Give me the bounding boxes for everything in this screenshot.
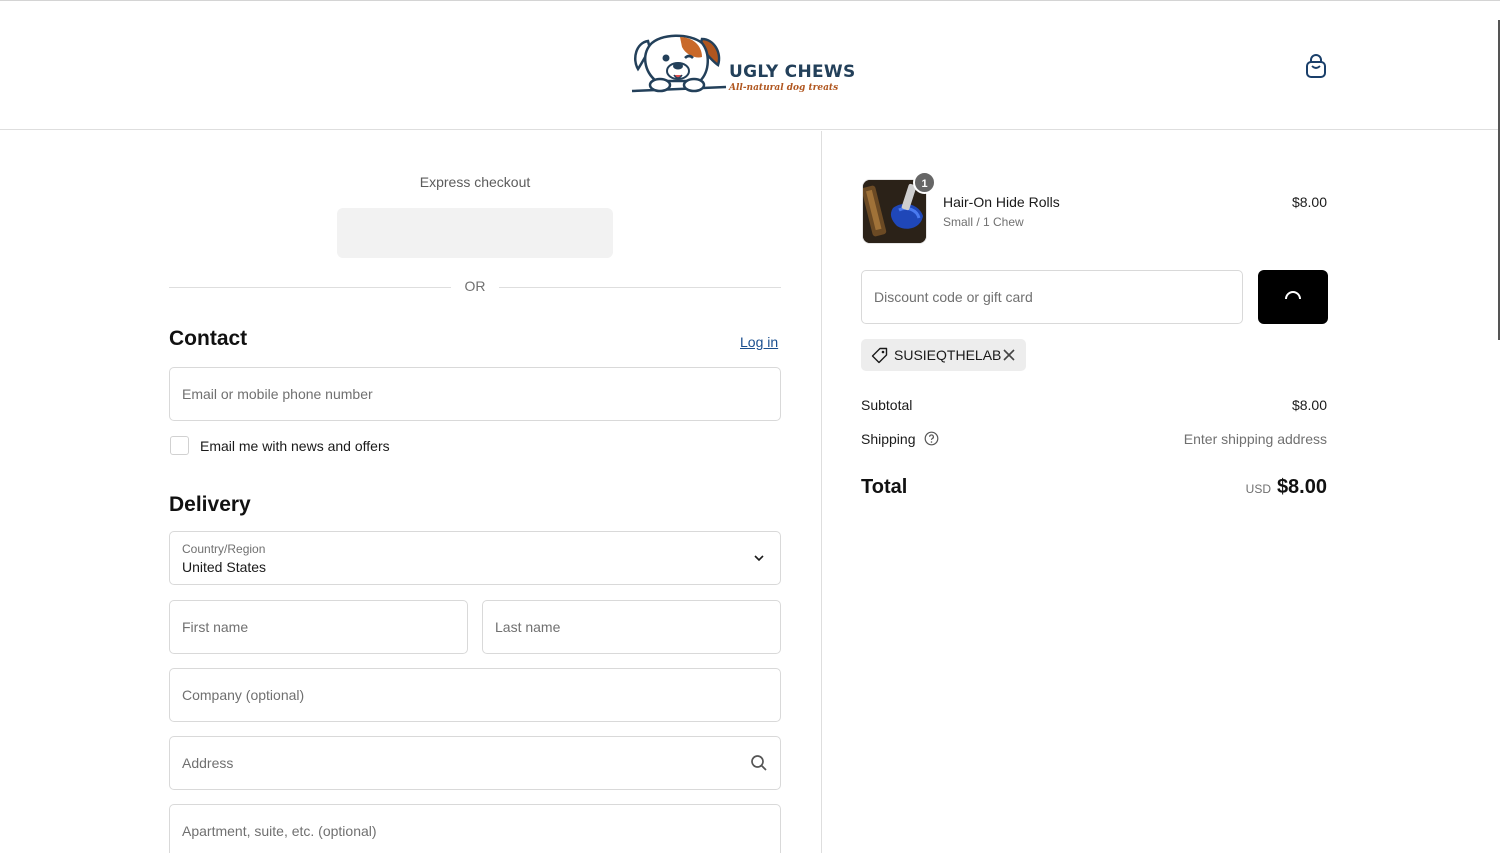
order-summary: 1 Hair-On Hide Rolls Small / 1 Chew $8.0…	[822, 131, 1500, 853]
apartment-placeholder: Apartment, suite, etc. (optional)	[182, 823, 377, 839]
newsletter-checkbox[interactable]	[170, 436, 189, 455]
contact-title: Contact	[169, 327, 248, 350]
loading-spinner-icon	[1285, 291, 1301, 300]
last-name-field[interactable]: Last name	[482, 600, 781, 654]
total-label: Total	[861, 476, 908, 498]
brand-name: UGLY CHEWS	[729, 62, 856, 82]
close-icon[interactable]	[1002, 348, 1016, 362]
newsletter-label: Email me with news and offers	[200, 438, 390, 454]
product-price: $8.00	[1291, 194, 1327, 210]
search-icon[interactable]	[750, 754, 768, 772]
login-link[interactable]: Log in	[740, 334, 778, 350]
checkout-form: Express checkout OR Contact Log in Email…	[0, 131, 822, 853]
or-label: OR	[464, 278, 486, 294]
subtotal-value: $8.00	[1291, 397, 1327, 413]
delivery-title: Delivery	[169, 493, 251, 516]
first-name-field[interactable]: First name	[169, 600, 468, 654]
question-circle-icon[interactable]	[924, 431, 939, 446]
shopping-bag-icon	[1306, 54, 1326, 78]
discount-placeholder: Discount code or gift card	[874, 289, 1033, 305]
or-divider: OR	[169, 277, 781, 297]
quantity-badge: 1	[913, 171, 936, 194]
discount-code-field[interactable]: Discount code or gift card	[861, 270, 1243, 324]
email-field[interactable]: Email or mobile phone number	[169, 367, 781, 421]
company-field[interactable]: Company (optional)	[169, 668, 781, 722]
applied-discount-tag: SUSIEQTHELAB	[861, 339, 1026, 371]
product-name: Hair-On Hide Rolls	[943, 194, 1060, 210]
site-header: UGLY CHEWS All-natural dog treats	[0, 1, 1500, 130]
country-value: United States	[182, 559, 267, 575]
address-placeholder: Address	[182, 755, 234, 771]
brand-logo[interactable]: UGLY CHEWS All-natural dog treats	[630, 31, 862, 97]
tag-icon	[871, 347, 888, 364]
apartment-field[interactable]: Apartment, suite, etc. (optional)	[169, 804, 781, 853]
divider-line	[499, 287, 781, 288]
address-field[interactable]: Address	[169, 736, 781, 790]
total-currency: USD	[1245, 482, 1271, 496]
product-variant: Small / 1 Chew	[943, 215, 1024, 229]
email-placeholder: Email or mobile phone number	[182, 386, 373, 402]
dog-mascot-icon	[631, 34, 727, 93]
cart-button[interactable]	[1303, 53, 1329, 81]
brand-tagline: All-natural dog treats	[729, 83, 839, 93]
total-value: $8.00	[1276, 476, 1327, 498]
subtotal-label: Subtotal	[861, 397, 913, 413]
shipping-label: Shipping	[861, 431, 916, 447]
country-select[interactable]: Country/Region United States	[169, 531, 781, 585]
discount-code: SUSIEQTHELAB	[894, 347, 1002, 363]
apply-discount-button[interactable]	[1258, 270, 1328, 324]
company-placeholder: Company (optional)	[182, 687, 305, 703]
chevron-down-icon	[754, 555, 764, 562]
country-label: Country/Region	[182, 542, 266, 556]
express-checkout-label: Express checkout	[419, 174, 531, 190]
last-name-placeholder: Last name	[495, 619, 561, 635]
first-name-placeholder: First name	[182, 619, 249, 635]
shipping-value: Enter shipping address	[1183, 431, 1327, 447]
express-checkout-button[interactable]	[337, 208, 613, 258]
